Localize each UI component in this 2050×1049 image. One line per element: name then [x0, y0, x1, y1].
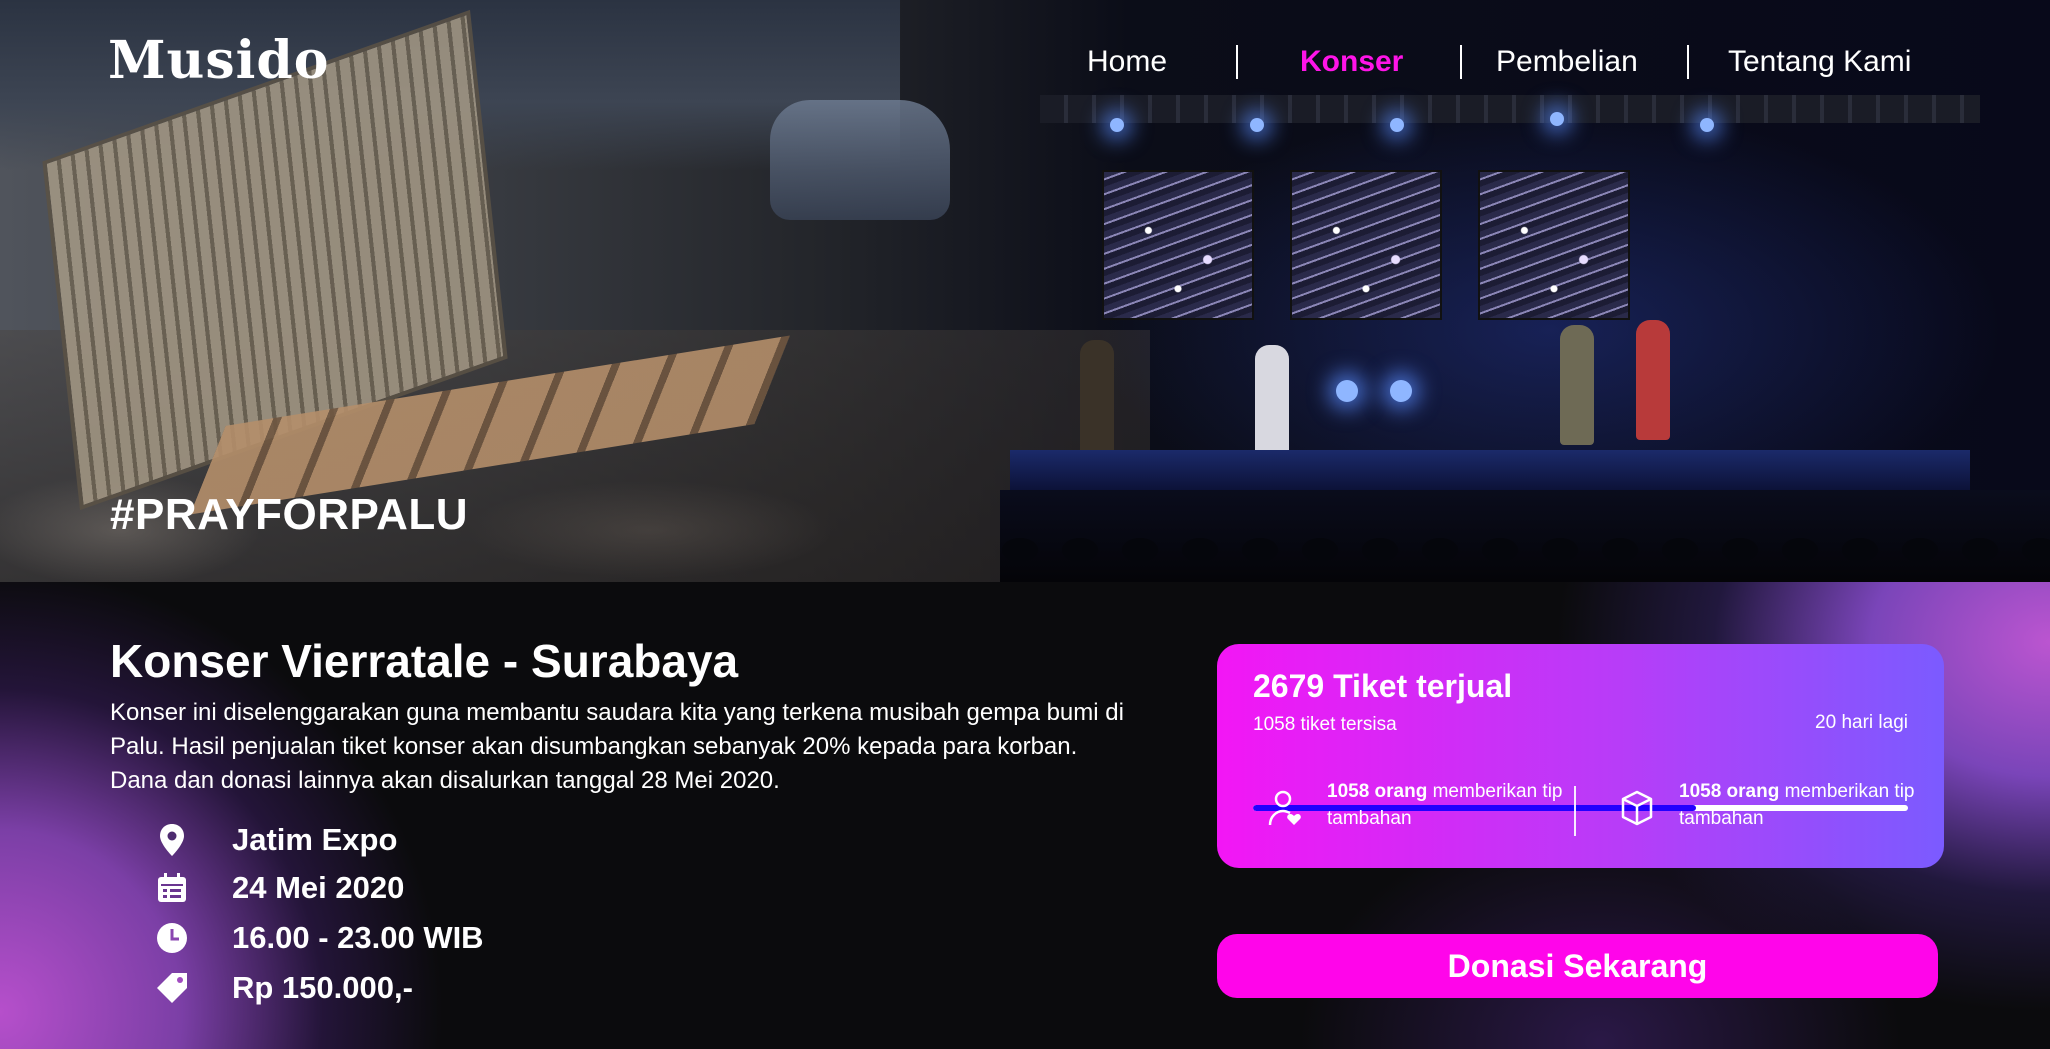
nav-divider	[1236, 45, 1238, 79]
box-icon	[1615, 786, 1659, 830]
nav-home[interactable]: Home	[1087, 45, 1167, 79]
performer	[1255, 345, 1289, 465]
stage-light	[1250, 118, 1264, 132]
tip-stat-people-text: 1058 orang memberikan tip tambahan	[1327, 781, 1563, 829]
location-pin-icon	[152, 820, 192, 860]
stage-screen	[1102, 170, 1254, 320]
detail-price: Rp 150.000,-	[152, 966, 413, 1010]
stage-light	[1700, 118, 1714, 132]
tip-stat-people: 1058 orang memberikan tip tambahan	[1263, 778, 1567, 832]
detail-location-text: Jatim Expo	[232, 822, 398, 857]
performer	[1636, 320, 1670, 440]
donate-now-button[interactable]: Donasi Sekarang	[1217, 934, 1938, 998]
nav-pembelian[interactable]: Pembelian	[1496, 45, 1638, 79]
tip-stat-box-text: 1058 orang memberikan tip tambahan	[1679, 781, 1915, 829]
tip-stat-box: 1058 orang memberikan tip tambahan	[1615, 778, 1919, 832]
damaged-car	[770, 100, 950, 220]
tickets-remaining: 1058 tiket tersisa	[1253, 714, 1397, 735]
detail-time: 16.00 - 23.00 WIB	[152, 916, 484, 960]
stage-light	[1336, 380, 1358, 402]
stage-light	[1390, 380, 1412, 402]
concert-description: Konser ini diselenggarakan guna membantu…	[110, 699, 1124, 794]
nav-divider	[1460, 45, 1462, 79]
musido-logo[interactable]: Musido	[108, 30, 329, 91]
tickets-sold: 2679 Tiket terjual	[1253, 668, 1513, 704]
user-heart-icon	[1263, 786, 1307, 830]
stage-screen	[1290, 170, 1442, 320]
ticket-stats-card: 2679 Tiket terjual 1058 tiket tersisa 20…	[1217, 644, 1944, 868]
stage-light	[1110, 118, 1124, 132]
stage-screen	[1478, 170, 1630, 320]
stage-floor	[1010, 450, 1970, 490]
stage-light	[1550, 112, 1564, 126]
stat-divider	[1574, 786, 1576, 836]
stage-light	[1390, 118, 1404, 132]
nav-divider	[1687, 45, 1689, 79]
hashtag-prayforpalu: #PRAYFORPALU	[110, 490, 469, 539]
nav-konser[interactable]: Konser	[1300, 45, 1403, 79]
concert-info-section: Konser Vierratale - Surabaya Konser ini …	[0, 582, 2050, 1049]
detail-location: Jatim Expo	[152, 818, 397, 862]
crowd	[1000, 490, 2050, 582]
main-nav: Home Konser Pembelian Tentang Kami	[1060, 40, 1940, 84]
detail-date-text: 24 Mei 2020	[232, 870, 405, 905]
days-left: 20 hari lagi	[1815, 712, 1908, 733]
concert-title: Konser Vierratale - Surabaya	[110, 635, 739, 687]
nav-tentang-kami[interactable]: Tentang Kami	[1728, 45, 1911, 79]
detail-price-text: Rp 150.000,-	[232, 970, 413, 1005]
clock-icon	[152, 918, 192, 958]
price-tag-icon	[152, 968, 192, 1008]
stage-truss	[1040, 95, 1980, 123]
detail-time-text: 16.00 - 23.00 WIB	[232, 920, 484, 955]
detail-date: 24 Mei 2020	[152, 866, 404, 910]
calendar-icon	[152, 868, 192, 908]
performer	[1560, 325, 1594, 445]
performer	[1080, 340, 1114, 460]
